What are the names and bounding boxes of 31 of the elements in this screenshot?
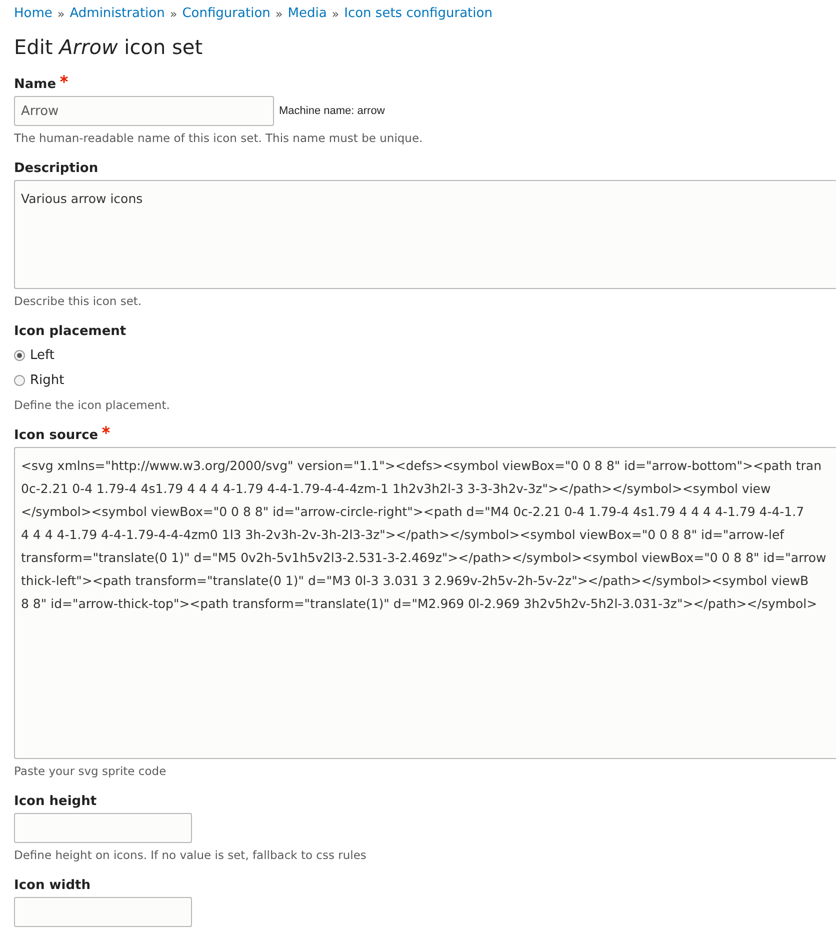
field-label: Icon source <box>14 428 98 443</box>
radio-label[interactable]: Right <box>30 373 64 388</box>
breadcrumb-separator: » <box>332 6 340 20</box>
field-description: The human-readable name of this icon set. This name must be unique. <box>14 131 424 145</box>
field-label: Icon placement <box>14 324 126 339</box>
field-description: Define height on icons. If no value is set, fallback to css rules <box>14 848 368 862</box>
breadcrumb-link[interactable]: Media <box>288 6 327 21</box>
field-label: Description <box>14 161 98 176</box>
breadcrumb-separator: » <box>275 6 283 20</box>
field-description: Define the icon placement. <box>14 398 171 412</box>
field-label: Name <box>14 77 56 92</box>
breadcrumb-link[interactable]: Home <box>14 6 52 21</box>
field-description: Describe this icon set. <box>14 294 143 308</box>
machine-name: Machine name: arrow <box>279 105 385 117</box>
field-label: Icon width <box>14 878 90 893</box>
radio-label[interactable]: Left <box>30 348 54 363</box>
field-label: Icon height <box>14 794 97 809</box>
radio-button[interactable] <box>14 350 25 361</box>
breadcrumb-link[interactable]: Configuration <box>182 6 270 21</box>
name-input[interactable]: Arrow <box>14 96 274 126</box>
breadcrumb-link[interactable]: Administration <box>70 6 165 21</box>
breadcrumb-separator: » <box>57 6 65 20</box>
radio-button[interactable] <box>14 375 25 386</box>
page-title: Edit Arrow icon set <box>14 35 204 59</box>
icon-height-input[interactable] <box>14 813 192 843</box>
icon-source-textarea[interactable]: <svg xmlns="http://www.w3.org/2000/svg" version="1.1"><defs><symbol viewBox="0 0 8 8" id="arrow-bottom"><path tran 0c-2.21 0-4 1.79-4 4s1.79 4 4 4 4-1.79 4-4-1.79-4-4-4zm-1 1h2v3h2l-3 3-3-3h2v-3z"></path></symbol><symbol view </symbol><symbol viewBox="0 0 8 8" id="arrow-circle-right"><path d="M4 0c-2.21 0-4 1.79-4 4s1.79 4 4 4 4-1.79 4-4-1.7 4 4 4 4-1.79 4-4-1.79-4-4-4zm0 1l3 3h-2v3h-2v-3h-2l3-3z"></path></symbol><symbol viewBox="0 0 8 8" id="arrow-lef transform="translate(0 1)" d="M5 0v2h-5v1h5v2l3-2.531-3-2.469z"></path></symbol><symbol viewBox="0 0 8 8" id="arrow thick-left"><path transform="translate(0 1)" d="M3 0l-3 3.031 3 2.969v-2h5v-2h-5v-2z"></path></symbol><symbol viewB 8 8" id="arrow-thick-top"><path transform="translate(1)" d="M2.969 0l-2.969 3h2v5h2v-5h2l-3.031-3z"></path></symbol> <box>14 447 836 759</box>
icon-width-input[interactable] <box>14 897 192 927</box>
breadcrumb-link[interactable]: Icon sets configuration <box>344 6 492 21</box>
breadcrumb-separator: » <box>170 6 178 20</box>
description-textarea[interactable]: Various arrow icons <box>14 180 836 289</box>
field-description: Paste your svg sprite code <box>14 764 168 778</box>
